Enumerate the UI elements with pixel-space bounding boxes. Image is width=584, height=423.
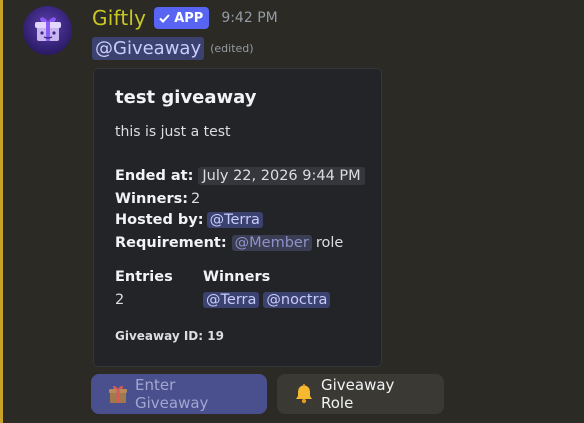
giveaway-role-label: Giveaway Role xyxy=(321,376,395,412)
message-content: @Giveaway (edited) xyxy=(92,37,254,60)
edited-label: (edited) xyxy=(210,42,254,55)
winners-header: Winners xyxy=(203,269,271,285)
winner-mention[interactable]: @Terra xyxy=(203,292,260,308)
ended-at-label: Ended at: xyxy=(115,168,194,184)
winners-count-label: Winners: xyxy=(115,191,189,207)
ended-at-field: Ended at: July 22, 2026 9:44 PM xyxy=(115,167,365,185)
requirement-label: Requirement: xyxy=(115,235,227,251)
timestamp[interactable]: 9:42 PM xyxy=(221,10,277,26)
winners-list: @Terra @noctra xyxy=(203,292,331,308)
embed-description: this is just a test xyxy=(115,124,231,140)
checkmark-icon xyxy=(159,13,170,23)
member-role-mention[interactable]: @Member xyxy=(231,235,312,251)
requirement-field: Requirement: @Member role xyxy=(115,235,343,251)
enter-giveaway-label: Enter Giveaway xyxy=(135,376,209,412)
avatar[interactable] xyxy=(23,6,72,55)
ended-at-value[interactable]: July 22, 2026 9:44 PM xyxy=(198,167,365,185)
giveaway-embed: test giveaway this is just a test Ended … xyxy=(93,68,382,367)
entries-count: 2 xyxy=(115,292,125,308)
embed-title: test giveaway xyxy=(115,87,257,108)
author-name[interactable]: Giftly xyxy=(92,6,146,30)
requirement-suffix: role xyxy=(315,235,344,251)
hosted-by-field: Hosted by: @Terra xyxy=(115,212,263,228)
message-header: Giftly APP 9:42 PM xyxy=(92,4,278,32)
entries-value: 2 xyxy=(115,292,124,308)
app-badge: APP xyxy=(154,7,210,29)
bell-icon xyxy=(293,383,315,405)
giveaway-mention[interactable]: @Giveaway xyxy=(92,37,205,60)
winners-count-value: 2 xyxy=(191,191,201,207)
winner-mention[interactable]: @noctra xyxy=(263,292,331,308)
host-mention[interactable]: @Terra xyxy=(206,212,263,228)
enter-giveaway-button[interactable]: Enter Giveaway xyxy=(91,374,267,414)
gift-icon xyxy=(107,383,129,405)
hosted-by-label: Hosted by: xyxy=(115,212,204,228)
embed-footer: Giveaway ID: 19 xyxy=(115,329,224,343)
giveaway-role-button[interactable]: Giveaway Role xyxy=(277,374,444,414)
app-badge-label: APP xyxy=(174,10,204,26)
gift-bot-icon xyxy=(31,12,65,50)
winners-count-field: Winners: 2 xyxy=(115,191,200,207)
entries-header: Entries xyxy=(115,269,173,285)
